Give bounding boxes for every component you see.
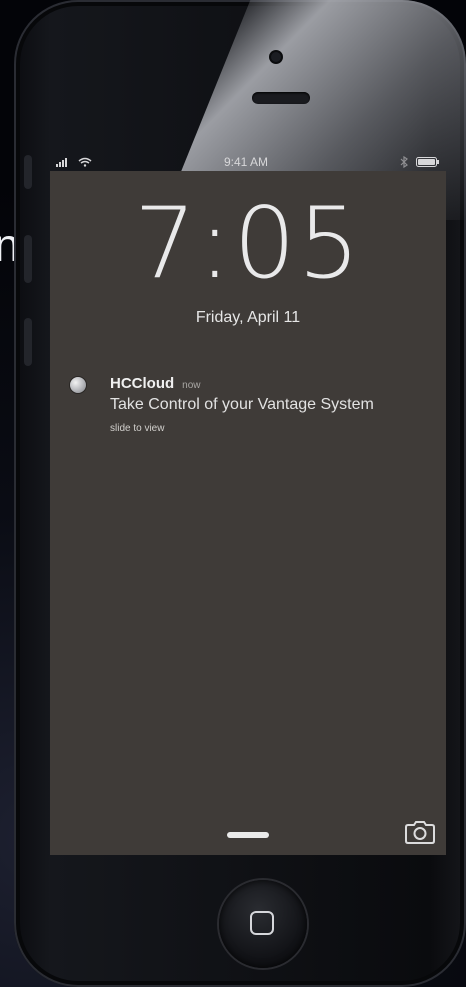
status-right (400, 156, 446, 168)
notification-app-name: HCCloud (110, 375, 175, 392)
home-button-icon (250, 911, 274, 935)
notification-content: HCCloud now Take Control of your Vantage… (110, 375, 410, 434)
camera-icon (405, 821, 435, 844)
status-time: 9:41 AM (223, 155, 269, 169)
camera-button[interactable] (402, 817, 438, 845)
notification-message: Take Control of your Vantage System (110, 396, 374, 413)
grabber-icon[interactable] (227, 832, 269, 838)
front-camera (271, 52, 281, 62)
lockscreen-date: Friday, April 11 (195, 309, 301, 326)
notification-hint: slide to view (110, 423, 165, 434)
lock-screen[interactable]: 7:05 Friday, April 11 HCCloud now Take C… (50, 171, 446, 855)
battery-icon (416, 157, 439, 167)
mute-switch (24, 155, 32, 189)
lockscreen-clock: 7:05 (133, 187, 363, 301)
app-icon (70, 377, 86, 393)
status-bar: 9:41 AM (50, 153, 446, 171)
volume-up-button (24, 235, 32, 283)
bluetooth-icon (400, 156, 408, 168)
home-button[interactable] (219, 880, 307, 968)
notification-header: HCCloud now (110, 375, 410, 392)
notification[interactable]: HCCloud now Take Control of your Vantage… (70, 375, 410, 434)
status-left (50, 157, 92, 167)
earpiece-speaker (252, 92, 310, 104)
wifi-icon (78, 157, 92, 167)
signal-bars-icon (56, 158, 67, 167)
notification-time: now (182, 380, 201, 391)
volume-down-button (24, 318, 32, 366)
